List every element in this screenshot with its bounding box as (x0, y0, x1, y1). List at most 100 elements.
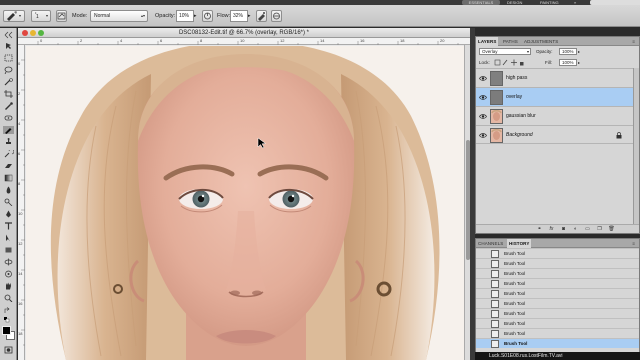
marquee-tool-icon[interactable] (3, 54, 14, 62)
crop-tool-icon[interactable] (3, 90, 14, 98)
fill-field[interactable]: 100% (559, 59, 577, 66)
eye-icon[interactable] (479, 94, 487, 101)
fill-slider-arrow[interactable]: ▸ (578, 58, 580, 67)
tab-layers[interactable]: LAYERS (476, 37, 499, 46)
ruler-number: 12 (280, 38, 285, 43)
ruler-number: 6 (18, 151, 21, 156)
quick-selection-tool-icon[interactable] (3, 78, 14, 86)
healing-brush-tool-icon[interactable] (3, 114, 14, 122)
layer-row-overlay[interactable]: overlay (476, 87, 639, 106)
history-item[interactable]: Brush Tool (476, 268, 639, 278)
brush-tool-icon[interactable] (3, 126, 14, 134)
layer-mask-icon[interactable]: ◙ (560, 226, 567, 233)
flow-slider-arrow[interactable]: ▸ (248, 10, 254, 22)
history-item[interactable]: Brush Tool (476, 308, 639, 318)
opacity-slider-arrow[interactable]: ▸ (578, 47, 580, 56)
opacity-field[interactable]: 10% (176, 10, 194, 22)
layers-panel-tabs: LAYERS PATHS ADJUSTMENTS ≡ (476, 37, 639, 46)
mode-select[interactable]: Normal ▴▾ (90, 10, 148, 22)
panel-menu-icon[interactable]: ≡ (630, 239, 637, 248)
link-layers-icon[interactable]: ⚭ (536, 226, 543, 233)
chevron-down-icon: ▾ (526, 49, 529, 54)
lock-position-icon[interactable] (511, 59, 517, 66)
swap-colors-icon[interactable] (3, 307, 14, 315)
lock-all-icon[interactable] (520, 62, 524, 66)
blend-mode-value: Overlay (482, 49, 498, 54)
chevron-down-icon: ▾ (45, 13, 48, 18)
airbrush-button[interactable] (256, 10, 267, 22)
gradient-tool-icon[interactable] (3, 174, 14, 182)
tab-history[interactable]: HISTORY (507, 239, 532, 248)
layer-row-gaussian-blur[interactable]: gaussian blur (476, 106, 639, 125)
layers-scrollbar[interactable] (633, 68, 639, 228)
ruler-number: 12 (18, 241, 23, 246)
pressure-opacity-button[interactable] (202, 10, 213, 22)
adjustment-layer-icon[interactable]: ◐ (572, 226, 579, 233)
history-item[interactable]: Brush Tool (476, 258, 639, 268)
history-item[interactable]: Brush Tool (476, 278, 639, 288)
brush-preset-picker[interactable]: • 1 ▾ (31, 10, 51, 22)
eye-icon[interactable] (479, 75, 487, 82)
pen-tool-icon[interactable] (3, 210, 14, 218)
image-canvas[interactable] (26, 46, 464, 360)
layer-opacity-field[interactable]: 100% (559, 48, 577, 55)
history-item[interactable]: Brush Tool (476, 318, 639, 328)
layer-row-background[interactable]: Background (476, 125, 639, 144)
eye-icon[interactable] (479, 132, 487, 139)
foreground-color-swatch[interactable] (2, 326, 11, 335)
blur-tool-icon[interactable] (3, 186, 14, 194)
ruler-number: 2 (18, 91, 21, 96)
zoom-tool-icon[interactable] (3, 294, 14, 302)
history-item[interactable]: Brush Tool (476, 288, 639, 298)
history-item[interactable]: Brush Tool (476, 298, 639, 308)
default-colors-icon[interactable] (3, 316, 14, 324)
eye-icon[interactable] (479, 113, 487, 120)
move-tool-icon[interactable] (3, 42, 14, 50)
tab-paths[interactable]: PATHS (501, 37, 520, 46)
tools-panel (0, 28, 17, 360)
lock-pixels-icon[interactable] (502, 59, 508, 66)
lasso-tool-icon[interactable] (3, 66, 14, 74)
ruler-number: 0 (18, 61, 21, 66)
eraser-tool-icon[interactable] (3, 162, 14, 170)
brush-icon (491, 330, 499, 338)
history-item-current[interactable]: Brush Tool (476, 338, 639, 348)
eyedropper-tool-icon[interactable] (3, 102, 14, 110)
tab-channels[interactable]: CHANNELS (476, 239, 505, 248)
hand-tool-icon[interactable] (3, 282, 14, 290)
panel-menu-icon[interactable]: ≡ (630, 37, 637, 46)
delete-layer-icon[interactable]: 🗑 (608, 226, 615, 233)
type-tool-icon[interactable] (3, 222, 14, 230)
dodge-tool-icon[interactable] (3, 198, 14, 206)
lock-transparent-icon[interactable] (494, 59, 501, 66)
vertical-ruler[interactable]: 0 2 4 6 8 10 12 14 16 18 (18, 45, 25, 360)
layer-style-icon[interactable]: fx (548, 226, 555, 233)
3d-orbit-tool-icon[interactable] (3, 270, 14, 278)
ruler-number: 8 (200, 38, 203, 43)
history-brush-tool-icon[interactable] (3, 150, 14, 158)
horizontal-ruler[interactable]: 0 2 4 6 8 10 12 14 16 18 20 (18, 38, 470, 45)
history-item[interactable]: Brush Tool (476, 248, 639, 258)
brush-panel-toggle[interactable] (56, 10, 67, 22)
opacity-slider-arrow[interactable]: ▸ (194, 10, 200, 22)
document-window: DSC08132-Edit.tif @ 66.7% (overlay, RGB/… (18, 28, 470, 360)
clone-stamp-tool-icon[interactable] (3, 138, 14, 146)
shape-tool-icon[interactable] (3, 246, 14, 254)
path-selection-tool-icon[interactable] (3, 234, 14, 242)
tool-preset-picker[interactable] (3, 10, 25, 22)
brush-icon (491, 320, 499, 328)
flow-field[interactable]: 32% (230, 10, 248, 22)
brush-panel-icon (57, 12, 66, 20)
quick-mask-icon[interactable] (3, 346, 14, 354)
blend-mode-select[interactable]: Overlay ▾ (479, 48, 531, 55)
tools-collapse-icon[interactable] (3, 31, 14, 39)
layer-row-high-pass[interactable]: high pass (476, 68, 639, 87)
history-item[interactable]: Brush Tool (476, 328, 639, 338)
flow-label: Flow: (217, 13, 231, 19)
new-group-icon[interactable]: ▭ (584, 226, 591, 233)
ruler-number: 6 (160, 38, 163, 43)
new-layer-icon[interactable]: ❐ (596, 226, 603, 233)
tab-adjustments[interactable]: ADJUSTMENTS (522, 37, 560, 46)
pressure-size-button[interactable] (271, 10, 282, 22)
3d-rotate-tool-icon[interactable] (3, 258, 14, 266)
